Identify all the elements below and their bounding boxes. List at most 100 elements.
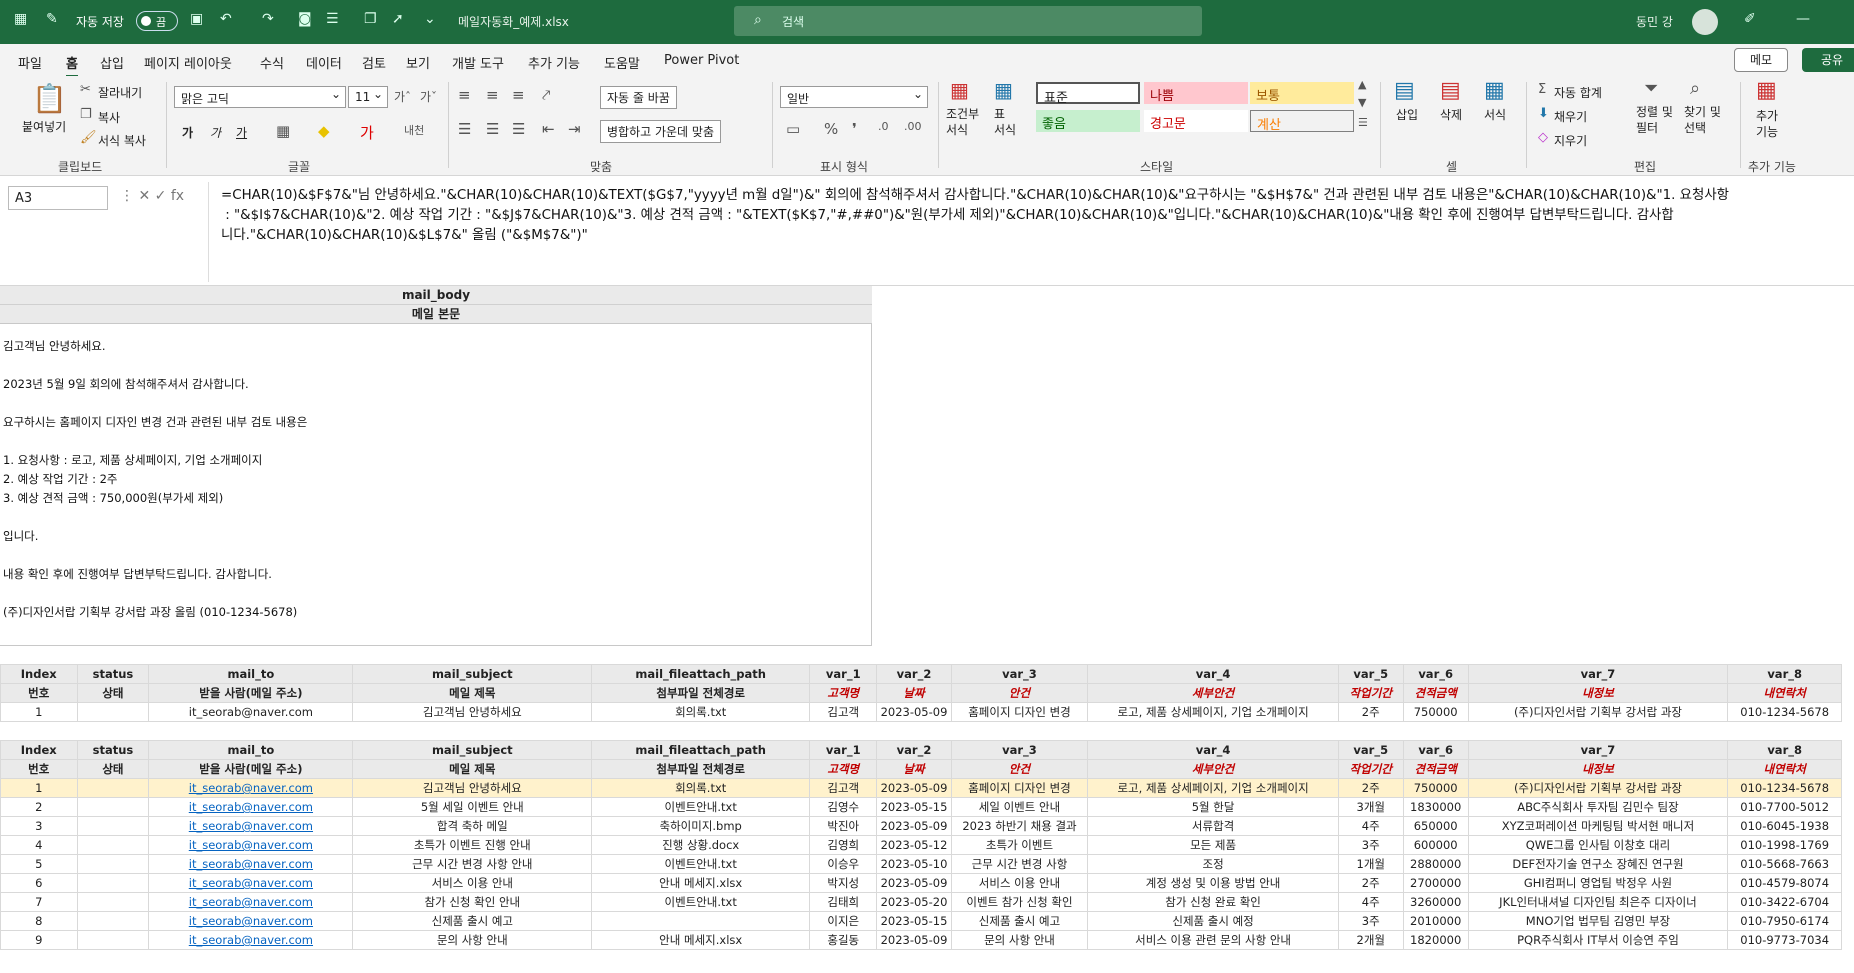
file-name[interactable]: 메일자동화_예제.xlsx — [458, 13, 569, 30]
style-calculation[interactable]: 계산 — [1250, 110, 1354, 133]
find-select-icon[interactable]: ⌕ — [1690, 78, 1700, 99]
table-cell[interactable]: 2주 — [1337, 873, 1404, 893]
column-header[interactable]: status — [76, 664, 150, 684]
delete-cells-icon[interactable]: ▤ — [1440, 78, 1461, 103]
column-header-kr[interactable]: 견적금액 — [1402, 683, 1469, 703]
phonetic-icon[interactable]: 내천 — [404, 122, 424, 138]
shrink-font-icon[interactable]: 가ˇ — [420, 88, 437, 105]
italic-button[interactable]: 가 — [210, 124, 221, 141]
tab-formulas[interactable]: 수식 — [260, 53, 284, 72]
increase-decimal-icon[interactable]: .0 — [878, 120, 889, 133]
fill-button[interactable]: 채우기 — [1554, 108, 1587, 125]
table-cell[interactable]: 010-6045-1938 — [1727, 816, 1842, 836]
table-cell[interactable]: 2 — [0, 797, 78, 817]
table-cell[interactable]: 1830000 — [1402, 797, 1469, 817]
column-header-kr[interactable]: 고객명 — [809, 759, 878, 779]
fill-icon[interactable]: ⬇ — [1538, 106, 1549, 121]
table-cell[interactable]: it_seorab@naver.com — [148, 930, 354, 950]
table-cell[interactable]: 서비스 이용 안내 — [950, 873, 1089, 893]
table-cell[interactable]: 로고, 제품 상세페이지, 기업 소개페이지 — [1087, 702, 1339, 722]
memo-button[interactable]: 메모 — [1734, 48, 1788, 72]
table-cell[interactable]: 서류합격 — [1087, 816, 1339, 836]
table-cell[interactable]: DEF전자기술 연구소 장혜진 연구원 — [1467, 854, 1729, 874]
table-cell[interactable]: ABC주식회사 투자팀 김민수 팀장 — [1467, 797, 1729, 817]
column-header-kr[interactable]: 메일 제목 — [352, 759, 593, 779]
copy-small-icon[interactable]: ❐ — [80, 107, 92, 122]
table-cell[interactable]: 2023 하반기 채용 결과 — [950, 816, 1089, 836]
name-box[interactable]: A3 — [8, 186, 108, 210]
tab-file[interactable]: 파일 — [18, 53, 42, 72]
column-header[interactable]: var_6 — [1402, 664, 1469, 684]
column-header-kr[interactable]: 첨부파일 전체경로 — [591, 759, 811, 779]
share-button[interactable]: 공유 — [1802, 48, 1854, 72]
table-cell[interactable]: 010-7700-5012 — [1727, 797, 1842, 817]
table-cell[interactable]: 3 — [0, 816, 78, 836]
table-cell[interactable]: 진행 상황.docx — [591, 835, 811, 855]
autosum-button[interactable]: 자동 합계 — [1554, 84, 1602, 101]
column-header[interactable]: var_8 — [1727, 740, 1842, 760]
orientation-icon[interactable]: ⤤ — [542, 86, 550, 104]
style-bad[interactable]: 나쁨 — [1144, 82, 1248, 104]
table-cell[interactable]: it_seorab@naver.com — [148, 873, 354, 893]
table-cell[interactable]: 김영희 — [809, 835, 878, 855]
table-cell[interactable]: 이벤트안내.txt — [591, 854, 811, 874]
table-cell[interactable]: it_seorab@naver.com — [148, 816, 354, 836]
addins-icon[interactable]: ▦ — [1756, 78, 1777, 103]
column-header[interactable]: var_1 — [809, 664, 878, 684]
table-cell[interactable]: 안내 메세지.xlsx — [591, 873, 811, 893]
table-cell[interactable]: 2010000 — [1402, 911, 1469, 931]
style-good[interactable]: 좋음 — [1036, 110, 1140, 132]
table-cell[interactable] — [76, 702, 150, 722]
autosum-icon[interactable]: Σ — [1538, 82, 1546, 97]
table-cell[interactable]: 홍길동 — [809, 930, 878, 950]
mail-body-cell[interactable]: mail_body 메일 본문 김고객님 안녕하세요. 2023년 5월 9일 … — [0, 286, 872, 646]
table-cell[interactable]: 010-3422-6704 — [1727, 892, 1842, 912]
grow-font-icon[interactable]: 가ˆ — [394, 88, 411, 105]
more-icon[interactable]: ⋮ — [120, 188, 134, 204]
table-cell[interactable]: it_seorab@naver.com — [148, 835, 354, 855]
insert-cells-icon[interactable]: ▤ — [1394, 78, 1415, 103]
table-cell[interactable]: 2023-05-12 — [876, 835, 952, 855]
column-header[interactable]: var_6 — [1402, 740, 1469, 760]
table-cell[interactable] — [76, 797, 150, 817]
table-cell[interactable]: 신제품 출시 예정 — [1087, 911, 1339, 931]
pointer-icon[interactable]: ➚ — [392, 11, 404, 27]
table-cell[interactable]: 010-1234-5678 — [1727, 778, 1842, 798]
cancel-icon[interactable]: ✕ — [138, 188, 150, 204]
column-header-kr[interactable]: 안건 — [950, 683, 1089, 703]
align-icon[interactable]: ☰ — [326, 11, 339, 27]
column-header-kr[interactable]: 상태 — [76, 759, 150, 779]
table-cell[interactable]: 5 — [0, 854, 78, 874]
scissors-icon[interactable]: ✂ — [80, 82, 91, 97]
table-cell[interactable]: 4 — [0, 835, 78, 855]
column-header-kr[interactable]: 받을 사람(메일 주소) — [148, 759, 354, 779]
align-bottom-icon[interactable]: ≡ — [512, 86, 525, 104]
table-cell[interactable]: 회의록.txt — [591, 778, 811, 798]
more-icon[interactable]: ⌄ — [424, 11, 436, 27]
column-header-kr[interactable]: 내연락처 — [1727, 683, 1842, 703]
paste-icon[interactable]: 📋 — [32, 82, 67, 115]
table-cell[interactable]: 김태희 — [809, 892, 878, 912]
column-header[interactable]: var_5 — [1337, 664, 1404, 684]
column-header-kr[interactable]: 번호 — [0, 759, 78, 779]
table-cell[interactable]: 축하이미지.bmp — [591, 816, 811, 836]
delete-cells-button[interactable]: 삭제 — [1440, 106, 1462, 123]
table-cell[interactable]: 2023-05-09 — [876, 778, 952, 798]
table-cell[interactable]: 문의 사항 안내 — [352, 930, 593, 950]
cut-button[interactable]: 잘라내기 — [98, 84, 142, 101]
table-cell[interactable]: 2개월 — [1337, 930, 1404, 950]
currency-icon[interactable]: ▭ — [786, 120, 800, 138]
column-header-kr[interactable]: 내연락처 — [1727, 759, 1842, 779]
column-header-kr[interactable]: 작업기간 — [1337, 683, 1404, 703]
conditional-format-icon[interactable]: ▦ — [950, 78, 969, 102]
tab-developer[interactable]: 개발 도구 — [452, 53, 504, 72]
table-cell[interactable]: 9 — [0, 930, 78, 950]
align-middle-icon[interactable]: ≡ — [486, 86, 499, 104]
styles-scroll-down-icon[interactable]: ▼ — [1358, 96, 1366, 109]
table-cell[interactable]: PQR주식회사 IT부서 이승연 주임 — [1467, 930, 1729, 950]
table-cell[interactable]: 3주 — [1337, 911, 1404, 931]
column-header[interactable]: Index — [0, 740, 78, 760]
table-cell[interactable]: 1 — [0, 702, 78, 722]
table-cell[interactable]: 600000 — [1402, 835, 1469, 855]
table-cell[interactable]: it_seorab@naver.com — [148, 892, 354, 912]
